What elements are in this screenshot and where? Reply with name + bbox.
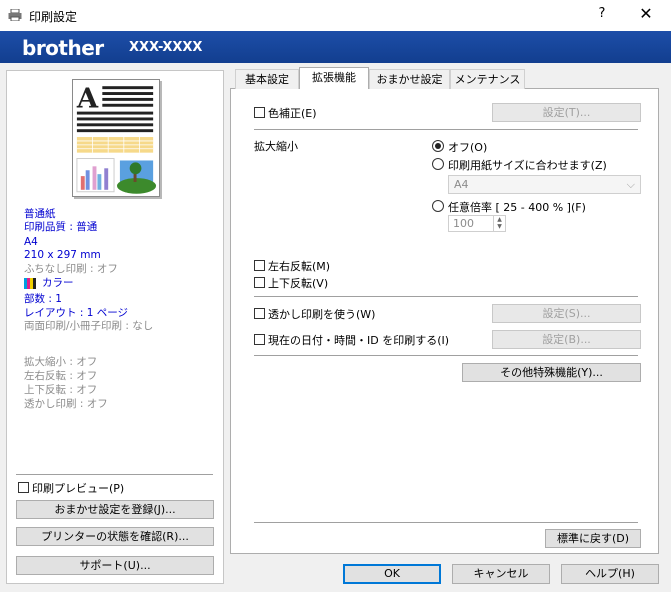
tab-profiles[interactable]: おまかせ設定 (369, 69, 450, 89)
paper-size-value: A4 (454, 178, 469, 191)
ok-button[interactable]: OK (343, 564, 441, 584)
scaling-fit-label[interactable]: 印刷用紙サイズに合わせます(Z) (448, 157, 607, 173)
tab-maintenance[interactable]: メンテナンス (450, 69, 525, 89)
summary-duplex: 両面印刷/小冊子印刷 : なし (24, 320, 154, 332)
divider (254, 355, 638, 356)
close-button[interactable]: ✕ (636, 4, 656, 26)
scale-percent-spinbox[interactable]: 100 ▲ ▼ (448, 215, 506, 232)
summary-color: カラー (42, 277, 74, 289)
reverse-print-checkbox[interactable] (254, 277, 265, 288)
divider (254, 296, 638, 297)
summary-paper: A4 (24, 236, 38, 248)
watermark-label[interactable]: 透かし印刷を使う(W) (268, 306, 375, 322)
summary-mirror: 左右反転 : オフ (24, 370, 98, 382)
chevron-down-icon: ⌵ (626, 178, 635, 191)
summary-copies: 部数 : 1 (24, 293, 62, 305)
scaling-off-radio[interactable] (432, 140, 444, 152)
printer-status-button[interactable]: プリンターの状態を確認(R)... (16, 527, 214, 546)
summary-scaling: 拡大縮小 : オフ (24, 356, 98, 368)
print-preview-label[interactable]: 印刷プレビュー(P) (32, 480, 124, 496)
model-name: XXX-XXXX (129, 40, 203, 55)
mirror-print-label[interactable]: 左右反転(M) (268, 258, 330, 274)
support-button[interactable]: サポート(U)... (16, 556, 214, 575)
print-preview-checkbox[interactable] (18, 482, 29, 493)
divider (254, 522, 638, 523)
scaling-fit-radio[interactable] (432, 158, 444, 170)
tab-advanced[interactable]: 拡張機能 (299, 67, 369, 89)
mirror-print-checkbox[interactable] (254, 260, 265, 271)
summary-borderless: ふちなし印刷 : オフ (24, 263, 118, 275)
summary-watermark: 透かし印刷 : オフ (24, 398, 108, 410)
paper-size-select[interactable]: A4 ⌵ (448, 175, 641, 194)
cancel-button[interactable]: キャンセル (452, 564, 550, 584)
scaling-free-radio[interactable] (432, 200, 444, 212)
window-title: 印刷設定 (29, 10, 78, 24)
summary-media: 普通紙 (24, 208, 56, 220)
brand-logo: brother (22, 36, 104, 60)
color-icon (24, 278, 36, 289)
header-footer-checkbox[interactable] (254, 334, 265, 345)
watermark-settings-button[interactable]: 設定(S)... (492, 304, 641, 323)
tab-basic[interactable]: 基本設定 (235, 69, 299, 89)
scaling-off-label[interactable]: オフ(O) (448, 139, 487, 155)
summary-layout: レイアウト : 1 ページ (24, 307, 129, 319)
watermark-checkbox[interactable] (254, 308, 265, 319)
color-adjust-checkbox[interactable] (254, 107, 265, 118)
add-profile-button[interactable]: おまかせ設定を登録(J)... (16, 500, 214, 519)
help-dialog-button[interactable]: ヘルプ(H) (561, 564, 659, 584)
reverse-print-label[interactable]: 上下反転(V) (268, 275, 328, 291)
scaling-label: 拡大縮小 (254, 140, 298, 153)
header-footer-label[interactable]: 現在の日付・時間・ID を印刷する(I) (268, 332, 449, 348)
header-footer-settings-button[interactable]: 設定(B)... (492, 330, 641, 349)
title-bar (0, 0, 671, 31)
divider (16, 474, 213, 475)
restore-defaults-button[interactable]: 標準に戻す(D) (545, 529, 641, 548)
spinner-arrows-icon[interactable]: ▲ ▼ (493, 216, 505, 231)
scaling-free-label[interactable]: 任意倍率 [ 25 - 400 % ](F) (448, 199, 586, 215)
help-button[interactable]: ? (592, 6, 612, 26)
svg-text:A: A (76, 83, 99, 115)
divider (254, 129, 638, 130)
printer-icon (8, 9, 22, 21)
color-adjust-label[interactable]: 色補正(E) (268, 105, 317, 121)
summary-dimensions: 210 x 297 mm (24, 249, 101, 261)
summary-quality: 印刷品質 : 普通 (24, 221, 98, 233)
summary-reverse: 上下反転 : オフ (24, 384, 98, 396)
color-settings-button[interactable]: 設定(T)... (492, 103, 641, 122)
other-features-button[interactable]: その他特殊機能(Y)... (462, 363, 641, 382)
page-preview-image: A (72, 79, 160, 197)
scale-percent-value: 100 (453, 217, 474, 230)
